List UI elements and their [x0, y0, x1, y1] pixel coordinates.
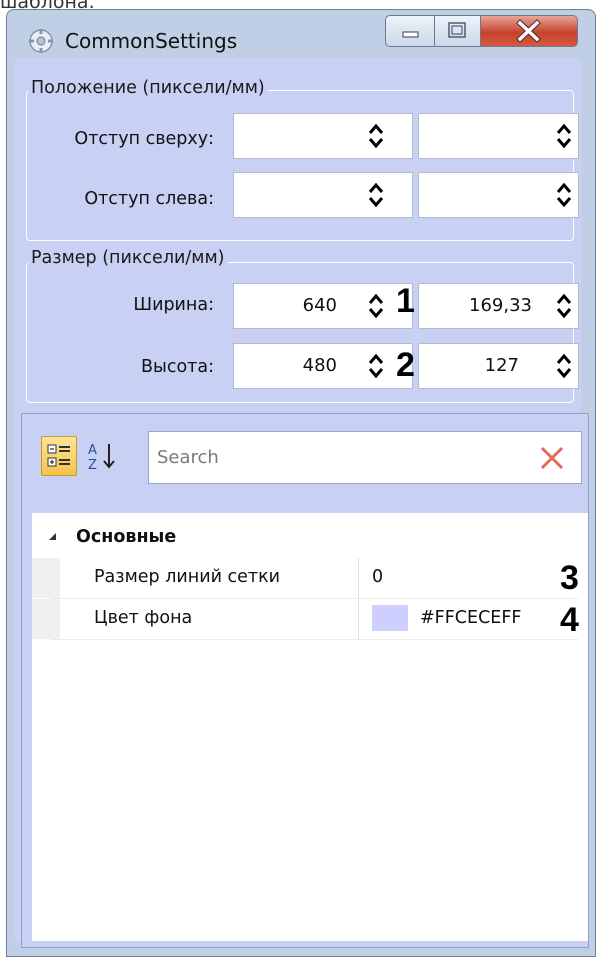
app-icon: [28, 28, 54, 54]
spin-arrows-icon[interactable]: [555, 352, 573, 380]
minimize-button[interactable]: [385, 15, 435, 47]
marker-2: 2: [396, 346, 415, 384]
maximize-button[interactable]: [435, 15, 481, 47]
categorized-view-button[interactable]: [41, 436, 77, 476]
width-mm-value: 169,33: [469, 295, 532, 316]
marker-1: 1: [396, 282, 415, 320]
left-offset-label: Отступ слева:: [84, 189, 214, 209]
window-title: CommonSettings: [65, 29, 238, 53]
row-gutter: [32, 558, 60, 598]
categorized-icon: [47, 444, 70, 467]
spin-arrows-icon[interactable]: [555, 292, 573, 320]
search-input[interactable]: [157, 442, 517, 472]
spin-arrows-icon[interactable]: [367, 352, 385, 380]
property-grid: A Z Основные Размер линий сетки 0 3 Цвет…: [21, 413, 589, 948]
category-row[interactable]: Основные: [32, 518, 588, 558]
row-separator: [50, 639, 578, 640]
close-icon: [516, 19, 541, 43]
height-mm-input[interactable]: 127: [418, 343, 579, 389]
width-mm-input[interactable]: 169,33: [418, 283, 579, 329]
svg-text:A: A: [88, 443, 97, 458]
category-label: Основные: [76, 527, 177, 547]
search-box[interactable]: [148, 431, 582, 484]
marker-4: 4: [560, 601, 579, 639]
property-value[interactable]: #FFCECEFF: [420, 608, 521, 628]
position-group-label: Положение (пиксели/мм): [28, 78, 268, 98]
alphabetical-sort-button[interactable]: A Z: [84, 436, 124, 476]
column-divider[interactable]: [358, 599, 359, 639]
property-name: Размер линий сетки: [94, 567, 281, 587]
property-value[interactable]: 0: [372, 567, 383, 587]
size-group-label: Размер (пиксели/мм): [28, 248, 228, 268]
height-px-input[interactable]: 480: [233, 343, 413, 389]
spin-arrows-icon[interactable]: [367, 292, 385, 320]
maximize-icon: [448, 22, 466, 38]
collapse-triangle-icon[interactable]: [48, 532, 58, 542]
column-divider[interactable]: [358, 558, 359, 598]
color-swatch[interactable]: [372, 605, 408, 631]
minimize-icon: [402, 31, 419, 38]
property-row[interactable]: Цвет фона #FFCECEFF 4: [32, 599, 588, 639]
sort-az-icon: A Z: [88, 443, 115, 473]
top-offset-px-input[interactable]: [233, 113, 413, 159]
clear-search-icon[interactable]: [537, 444, 567, 472]
spin-arrows-icon[interactable]: [555, 181, 573, 209]
property-name: Цвет фона: [94, 608, 193, 628]
spin-arrows-icon[interactable]: [367, 122, 385, 150]
marker-3: 3: [560, 559, 579, 597]
left-offset-mm-input[interactable]: [418, 172, 579, 218]
height-mm-value: 127: [484, 355, 519, 376]
top-offset-label: Отступ сверху:: [74, 129, 214, 149]
property-row[interactable]: Размер линий сетки 0 3: [32, 558, 588, 598]
close-button[interactable]: [481, 15, 578, 47]
spin-arrows-icon[interactable]: [555, 122, 573, 150]
row-gutter: [32, 599, 60, 639]
width-px-input[interactable]: 640: [233, 283, 413, 329]
spin-arrows-icon[interactable]: [367, 181, 385, 209]
width-px-value: 640: [302, 295, 337, 316]
height-px-value: 480: [302, 355, 337, 376]
width-label: Ширина:: [133, 295, 214, 315]
left-offset-px-input[interactable]: [233, 172, 413, 218]
height-label: Высота:: [141, 357, 214, 377]
top-offset-mm-input[interactable]: [418, 113, 579, 159]
svg-text:Z: Z: [88, 458, 97, 473]
